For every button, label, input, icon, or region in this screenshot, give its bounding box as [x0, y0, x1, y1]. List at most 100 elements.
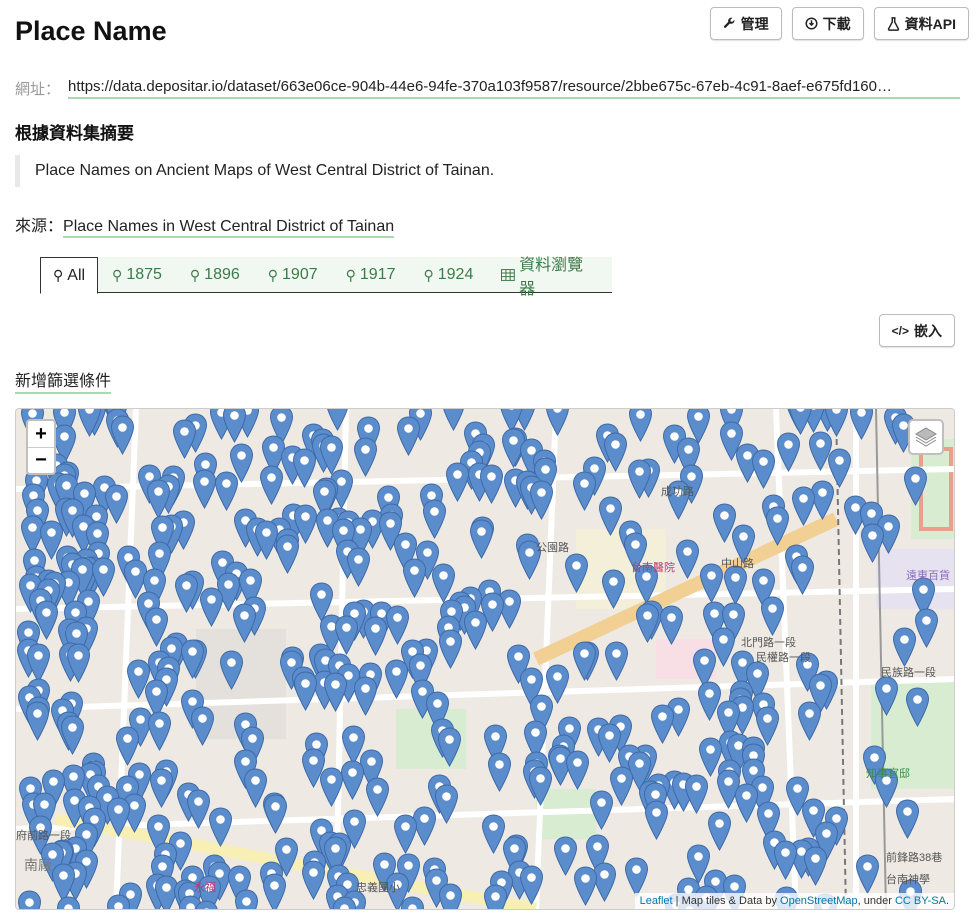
- place-marker-icon[interactable]: [194, 900, 219, 910]
- tab-1896[interactable]: ⚲ 1896: [176, 257, 254, 293]
- place-marker-icon[interactable]: [402, 558, 427, 599]
- place-marker-icon[interactable]: [400, 896, 425, 910]
- place-marker-icon[interactable]: [222, 408, 247, 444]
- layers-control-button[interactable]: [908, 419, 944, 455]
- place-marker-icon[interactable]: [365, 777, 390, 818]
- place-marker-icon[interactable]: [301, 860, 326, 901]
- place-marker-icon[interactable]: [110, 415, 135, 456]
- place-marker-icon[interactable]: [438, 629, 463, 670]
- place-marker-icon[interactable]: [892, 627, 917, 668]
- place-marker-icon[interactable]: [66, 643, 91, 684]
- place-marker-icon[interactable]: [773, 840, 798, 881]
- place-marker-icon[interactable]: [751, 449, 776, 490]
- place-marker-icon[interactable]: [77, 408, 102, 438]
- place-marker-icon[interactable]: [60, 715, 85, 756]
- place-marker-icon[interactable]: [208, 807, 233, 848]
- osm-link[interactable]: OpenStreetMap: [780, 895, 858, 907]
- tab-1875[interactable]: ⚲ 1875: [98, 257, 176, 293]
- place-marker-icon[interactable]: [262, 873, 287, 910]
- place-marker-icon[interactable]: [601, 569, 626, 610]
- place-marker-icon[interactable]: [214, 471, 239, 512]
- place-marker-icon[interactable]: [232, 603, 257, 644]
- place-marker-icon[interactable]: [573, 866, 598, 907]
- place-marker-icon[interactable]: [874, 676, 899, 717]
- place-marker-icon[interactable]: [106, 797, 131, 838]
- place-marker-icon[interactable]: [519, 865, 544, 906]
- place-marker-icon[interactable]: [363, 616, 388, 657]
- place-marker-icon[interactable]: [545, 408, 570, 437]
- place-marker-icon[interactable]: [56, 896, 81, 910]
- source-dataset-link[interactable]: Place Names in West Central District of …: [63, 218, 395, 238]
- place-marker-icon[interactable]: [463, 610, 488, 651]
- add-filter-link[interactable]: 新增篩選條件: [15, 367, 112, 394]
- place-marker-icon[interactable]: [319, 767, 344, 808]
- place-marker-icon[interactable]: [650, 703, 675, 745]
- tab-1907[interactable]: ⚲ 1907: [254, 257, 332, 293]
- place-marker-icon[interactable]: [445, 462, 470, 503]
- place-marker-icon[interactable]: [334, 615, 359, 656]
- place-marker-icon[interactable]: [483, 884, 508, 910]
- place-marker-icon[interactable]: [147, 711, 172, 752]
- place-marker-icon[interactable]: [479, 464, 504, 505]
- place-marker-icon[interactable]: [604, 641, 629, 682]
- place-marker-icon[interactable]: [659, 605, 684, 646]
- place-marker-icon[interactable]: [564, 553, 589, 594]
- place-marker-icon[interactable]: [174, 573, 199, 614]
- place-marker-icon[interactable]: [149, 768, 174, 809]
- place-marker-icon[interactable]: [275, 534, 300, 575]
- place-marker-icon[interactable]: [293, 671, 318, 712]
- place-marker-icon[interactable]: [797, 701, 822, 742]
- map-view[interactable]: 民族路一段 中山路 北門路一段 民權路一段 府前路一段 南廠 台南醫院 遠東百貨…: [15, 408, 955, 910]
- place-marker-icon[interactable]: [707, 811, 732, 852]
- place-marker-icon[interactable]: [234, 889, 259, 910]
- place-marker-icon[interactable]: [199, 587, 224, 628]
- place-marker-icon[interactable]: [903, 466, 928, 507]
- place-marker-icon[interactable]: [438, 883, 463, 910]
- zoom-in-button[interactable]: +: [28, 421, 54, 447]
- place-marker-icon[interactable]: [422, 499, 447, 540]
- place-marker-icon[interactable]: [528, 766, 553, 807]
- place-marker-icon[interactable]: [346, 547, 371, 588]
- place-marker-icon[interactable]: [17, 890, 42, 910]
- place-marker-icon[interactable]: [263, 794, 288, 835]
- place-marker-icon[interactable]: [765, 506, 790, 547]
- place-marker-icon[interactable]: [437, 727, 462, 768]
- place-marker-icon[interactable]: [115, 726, 140, 767]
- place-marker-icon[interactable]: [635, 603, 660, 644]
- place-marker-icon[interactable]: [469, 519, 494, 560]
- place-marker-icon[interactable]: [791, 486, 816, 527]
- place-marker-icon[interactable]: [675, 539, 700, 580]
- place-marker-icon[interactable]: [106, 894, 131, 910]
- place-marker-icon[interactable]: [855, 854, 880, 895]
- place-marker-icon[interactable]: [905, 687, 930, 728]
- place-marker-icon[interactable]: [790, 555, 815, 596]
- download-button[interactable]: 下載: [791, 7, 864, 40]
- resource-url-link[interactable]: https://data.depositar.io/dataset/663e06…: [68, 78, 960, 99]
- place-marker-icon[interactable]: [684, 774, 709, 815]
- place-marker-icon[interactable]: [487, 752, 512, 793]
- place-marker-icon[interactable]: [627, 459, 652, 500]
- place-marker-icon[interactable]: [393, 814, 418, 855]
- place-marker-icon[interactable]: [565, 750, 590, 791]
- place-marker-icon[interactable]: [434, 784, 459, 825]
- tab-1917[interactable]: ⚲ 1917: [332, 257, 410, 293]
- license-link[interactable]: CC BY-SA: [895, 895, 946, 907]
- place-marker-icon[interactable]: [589, 790, 614, 831]
- embed-button[interactable]: </> 嵌入: [878, 314, 955, 347]
- place-marker-icon[interactable]: [572, 641, 597, 682]
- leaflet-link[interactable]: Leaflet: [640, 895, 673, 907]
- place-marker-icon[interactable]: [190, 706, 215, 747]
- place-marker-icon[interactable]: [849, 408, 874, 441]
- place-marker-icon[interactable]: [734, 783, 759, 824]
- place-marker-icon[interactable]: [332, 896, 357, 910]
- place-marker-icon[interactable]: [895, 799, 920, 840]
- place-marker-icon[interactable]: [25, 701, 50, 742]
- tab-1924[interactable]: ⚲ 1924: [409, 257, 487, 293]
- place-marker-icon[interactable]: [776, 432, 801, 473]
- place-marker-icon[interactable]: [180, 639, 205, 680]
- data-api-button[interactable]: 資料API: [873, 7, 969, 40]
- place-marker-icon[interactable]: [803, 846, 828, 887]
- place-marker-icon[interactable]: [628, 408, 653, 443]
- place-marker-icon[interactable]: [323, 672, 348, 713]
- place-marker-icon[interactable]: [353, 676, 378, 717]
